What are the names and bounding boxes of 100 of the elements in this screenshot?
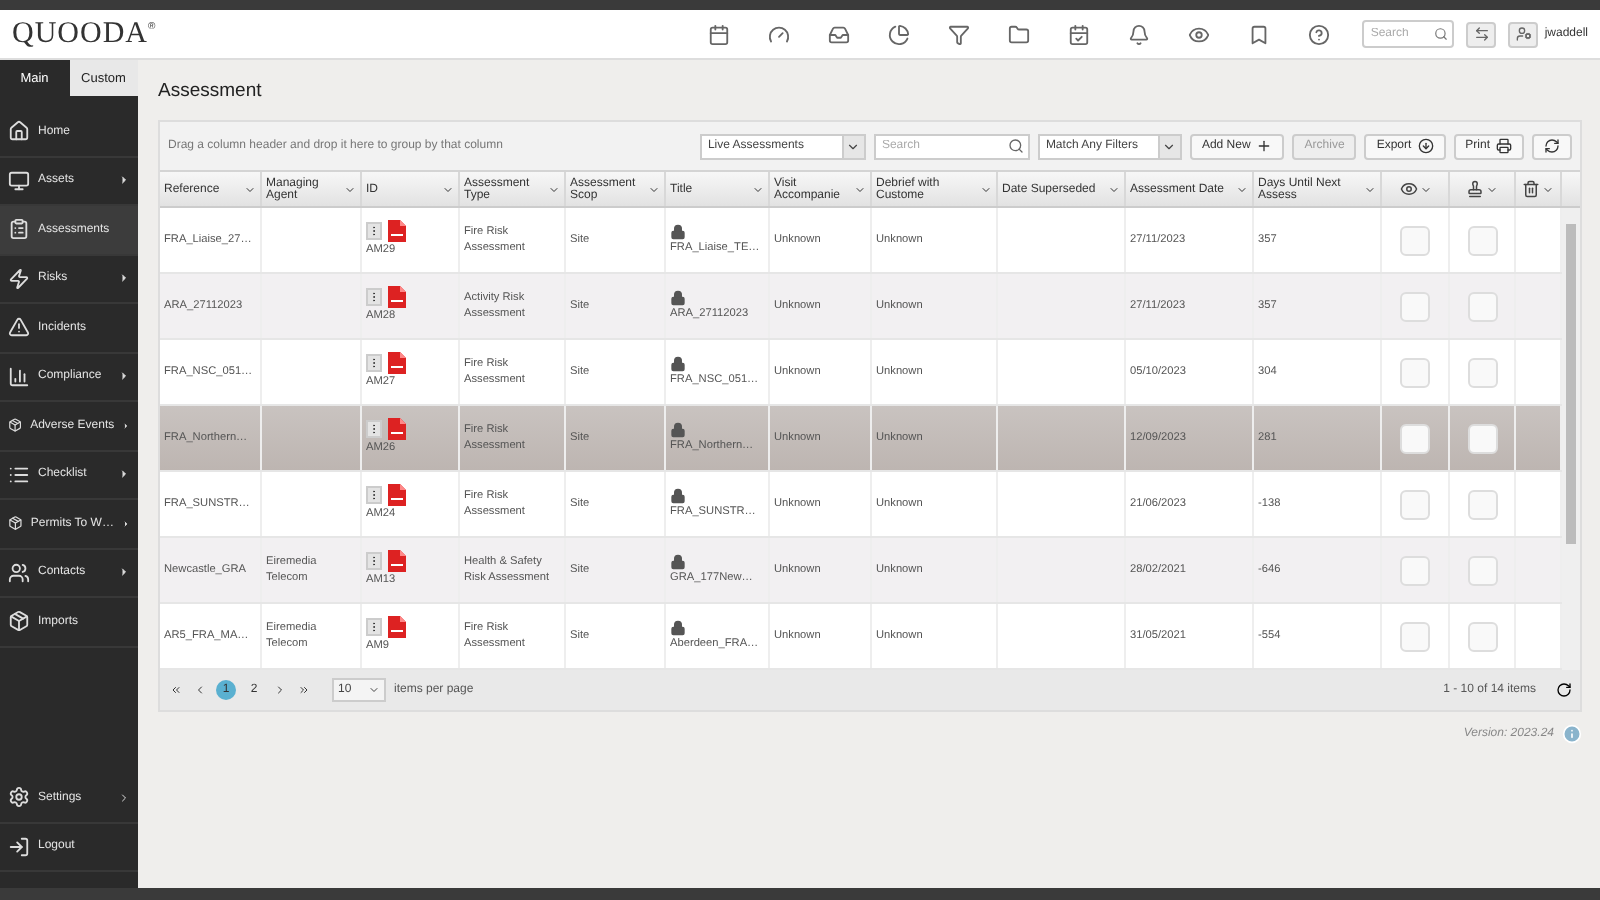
caret-icon bbox=[548, 183, 560, 195]
last-icon bbox=[298, 684, 310, 696]
box-icon bbox=[8, 610, 30, 633]
gauge-icon[interactable] bbox=[768, 23, 791, 45]
printer-icon bbox=[1496, 138, 1512, 154]
checkbox[interactable] bbox=[1400, 423, 1430, 453]
list-icon bbox=[8, 463, 30, 486]
checkbox[interactable] bbox=[1467, 621, 1497, 651]
settings-icon bbox=[8, 786, 30, 809]
folder-icon[interactable] bbox=[1008, 23, 1031, 45]
pdf-file-icon[interactable] bbox=[388, 286, 406, 309]
people-icon bbox=[8, 561, 30, 584]
pdf-file-icon[interactable] bbox=[388, 352, 406, 375]
caret-icon bbox=[344, 183, 356, 195]
info-icon[interactable] bbox=[1562, 724, 1582, 744]
next-page-button[interactable] bbox=[272, 680, 288, 700]
lock-icon bbox=[670, 289, 686, 306]
pdf-file-icon[interactable] bbox=[388, 484, 406, 507]
caret-icon bbox=[1419, 183, 1431, 195]
scrollbar[interactable] bbox=[1562, 208, 1580, 670]
pdf-file-icon[interactable] bbox=[388, 418, 406, 441]
caret-icon bbox=[648, 183, 660, 195]
caret-icon bbox=[980, 183, 992, 195]
pie-chart-icon[interactable] bbox=[888, 23, 911, 45]
box-icon bbox=[8, 414, 23, 437]
checkbox[interactable] bbox=[1467, 489, 1497, 519]
eye-icon[interactable] bbox=[1188, 23, 1211, 45]
caret-icon bbox=[1162, 139, 1177, 153]
checkbox[interactable] bbox=[1400, 357, 1430, 387]
checkbox[interactable] bbox=[1467, 291, 1497, 321]
calendar-check-icon[interactable] bbox=[1068, 23, 1091, 45]
pdf-file-icon[interactable] bbox=[388, 220, 406, 243]
filter-icon[interactable] bbox=[948, 23, 971, 45]
user-button[interactable] bbox=[1508, 21, 1539, 47]
help-icon[interactable] bbox=[1308, 23, 1331, 45]
box-icon bbox=[8, 512, 23, 535]
row-menu-button[interactable] bbox=[366, 288, 382, 307]
caret-icon bbox=[442, 183, 454, 195]
checkbox[interactable] bbox=[1400, 291, 1430, 321]
search-icon bbox=[1007, 138, 1024, 154]
row-menu-button[interactable] bbox=[366, 420, 382, 439]
previous-page-button[interactable] bbox=[192, 680, 208, 700]
caret-icon bbox=[1364, 183, 1376, 195]
lock-icon bbox=[670, 487, 686, 504]
lock-icon bbox=[670, 619, 686, 636]
caret-icon bbox=[244, 183, 256, 195]
stamp-icon bbox=[1466, 180, 1484, 198]
lightning-icon bbox=[8, 267, 30, 290]
caret-icon bbox=[752, 183, 764, 195]
first-icon bbox=[170, 684, 182, 696]
bell-icon[interactable] bbox=[1128, 23, 1151, 45]
switch-button[interactable] bbox=[1466, 21, 1497, 47]
caret-icon bbox=[368, 684, 380, 696]
lock-icon bbox=[670, 223, 686, 240]
caret-icon bbox=[846, 139, 861, 153]
bookmark-icon[interactable] bbox=[1248, 23, 1271, 45]
lock-icon bbox=[670, 421, 686, 438]
home-icon bbox=[8, 120, 30, 143]
lock-icon bbox=[670, 355, 686, 372]
checkbox[interactable] bbox=[1467, 423, 1497, 453]
page-title: Assessment bbox=[158, 77, 264, 105]
pdf-file-icon[interactable] bbox=[388, 616, 406, 639]
eye-icon bbox=[1399, 180, 1417, 198]
checkbox[interactable] bbox=[1467, 555, 1497, 585]
checkbox[interactable] bbox=[1400, 489, 1430, 519]
arrows-icon bbox=[1473, 26, 1490, 42]
download-icon bbox=[1417, 138, 1434, 154]
user-settings-icon bbox=[1515, 26, 1532, 42]
caret-icon bbox=[1108, 183, 1120, 195]
calendar-icon[interactable] bbox=[708, 23, 731, 45]
row-menu-button[interactable] bbox=[366, 618, 382, 637]
checkbox[interactable] bbox=[1400, 225, 1430, 255]
caret-icon bbox=[1236, 183, 1248, 195]
warning-icon bbox=[8, 316, 30, 339]
refresh-icon bbox=[1544, 138, 1560, 154]
plus-icon bbox=[1256, 138, 1273, 154]
row-menu-button[interactable] bbox=[366, 552, 382, 571]
lock-icon bbox=[670, 553, 686, 570]
checkbox[interactable] bbox=[1467, 225, 1497, 255]
row-menu-button[interactable] bbox=[366, 486, 382, 505]
trash-icon bbox=[1522, 180, 1540, 198]
checkbox[interactable] bbox=[1467, 357, 1497, 387]
caret-icon bbox=[854, 183, 866, 195]
caret-icon bbox=[1486, 183, 1498, 195]
row-menu-button[interactable] bbox=[366, 222, 382, 241]
checkbox[interactable] bbox=[1400, 555, 1430, 585]
logout-icon bbox=[8, 835, 30, 858]
bar-chart-icon bbox=[8, 365, 30, 388]
caret-icon bbox=[1542, 183, 1554, 195]
search-icon bbox=[1434, 27, 1449, 41]
checkbox[interactable] bbox=[1400, 621, 1430, 651]
clipboard-icon bbox=[8, 218, 30, 241]
reload-icon[interactable] bbox=[1556, 682, 1572, 698]
row-menu-button[interactable] bbox=[366, 354, 382, 373]
pdf-file-icon[interactable] bbox=[388, 550, 406, 573]
inbox-icon[interactable] bbox=[828, 23, 851, 45]
next-icon bbox=[274, 684, 286, 696]
logo: QUOODA$^{®}$ bbox=[12, 16, 156, 52]
refresh-button[interactable] bbox=[1532, 133, 1572, 159]
previous-icon bbox=[194, 684, 206, 696]
